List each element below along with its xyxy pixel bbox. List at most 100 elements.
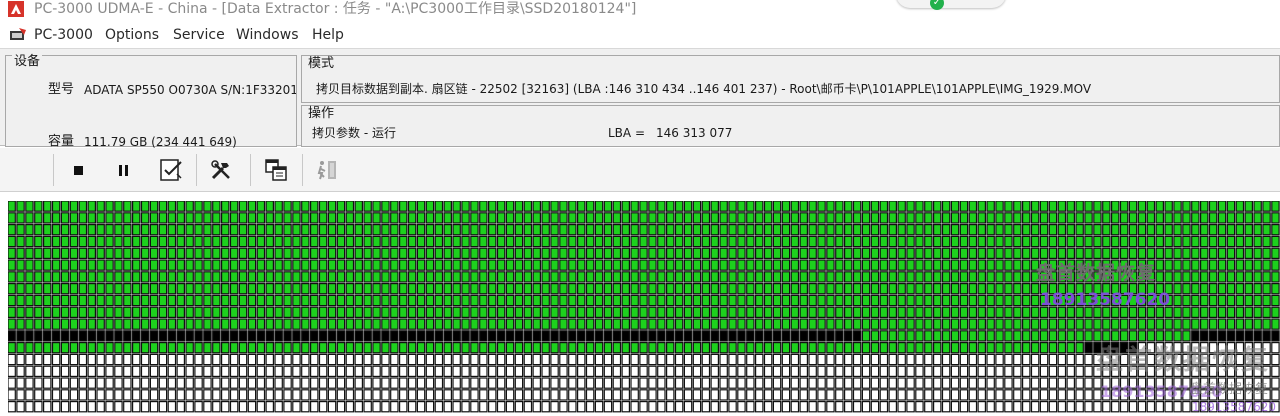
sector-cell <box>425 401 435 413</box>
sector-cell <box>852 201 862 212</box>
menu-item-windows[interactable]: Windows <box>236 27 299 43</box>
sector-cell <box>594 342 604 354</box>
sector-cell <box>470 318 479 330</box>
copy-windows-icon[interactable] <box>262 156 290 184</box>
sector-cell <box>576 353 586 366</box>
sector-cell <box>16 353 25 366</box>
pause-icon[interactable] <box>110 156 138 184</box>
sector-cell <box>87 212 96 224</box>
sector-cell <box>434 306 444 318</box>
sector-cell <box>221 212 230 224</box>
toolbar-separator <box>196 154 197 186</box>
sector-cell <box>523 401 533 413</box>
sector-cell <box>416 224 426 236</box>
sector-cell <box>826 282 835 295</box>
sector-cell <box>621 365 630 377</box>
sector-cell <box>301 377 310 389</box>
watermark-company: 盘首数据恢复 <box>1036 262 1157 284</box>
sector-cell <box>301 353 310 366</box>
tools-icon[interactable] <box>207 156 235 184</box>
sector-cell <box>1137 212 1147 224</box>
sector-cell <box>746 306 755 318</box>
sector-cell <box>959 353 969 366</box>
sector-cell <box>1128 201 1138 212</box>
sector-cell <box>852 259 862 271</box>
sector-cell <box>25 271 34 283</box>
sector-cell <box>843 353 853 366</box>
sector-cell <box>915 201 924 212</box>
sector-cell <box>1271 282 1280 295</box>
sector-cell <box>817 271 826 283</box>
sector-cell <box>1244 306 1253 318</box>
menu-item-options[interactable]: Options <box>105 27 159 43</box>
sector-cell <box>826 224 835 236</box>
sector-cell <box>336 224 346 236</box>
sector-cell <box>630 282 639 295</box>
sector-cell <box>212 401 221 413</box>
sector-cell <box>1102 401 1111 413</box>
sector-cell <box>879 224 889 236</box>
sector-cell <box>523 282 533 295</box>
sector-cell <box>924 389 933 401</box>
sector-cell <box>274 377 283 389</box>
menu-item-pc3000[interactable]: PC-3000 <box>34 27 93 43</box>
sector-cell <box>1030 401 1040 413</box>
sector-cell <box>665 389 675 401</box>
sector-cell <box>639 353 648 366</box>
sector-cell <box>203 342 212 354</box>
sector-cell <box>986 365 995 377</box>
sector-cell <box>1093 401 1102 413</box>
sector-cell <box>354 365 364 377</box>
sector-cell <box>78 259 88 271</box>
sector-cell <box>265 353 275 366</box>
menu-item-service[interactable]: Service <box>173 27 225 43</box>
sector-cell <box>221 389 230 401</box>
sector-cell <box>399 342 408 354</box>
menu-item-help[interactable]: Help <box>312 27 344 43</box>
sector-cell <box>915 224 924 236</box>
sector-cell <box>167 247 177 260</box>
sector-cell <box>737 365 746 377</box>
sector-cell <box>701 318 711 330</box>
sector-cell <box>1244 282 1253 295</box>
map-check-icon[interactable] <box>157 156 185 184</box>
sector-cell <box>861 235 871 248</box>
sector-cell <box>826 401 835 413</box>
sector-cell <box>470 224 479 236</box>
sector-cell <box>1235 318 1245 330</box>
sector-cell <box>149 318 159 330</box>
sector-cell <box>372 306 381 318</box>
sector-cell <box>25 201 34 212</box>
sector-cell <box>140 282 150 295</box>
sector-cell <box>1244 212 1253 224</box>
sector-cell <box>140 306 150 318</box>
sector-cell <box>968 377 978 389</box>
sector-cell <box>34 318 43 330</box>
stop-icon[interactable] <box>65 156 93 184</box>
sector-cell <box>1048 342 1058 354</box>
sector-cell <box>1199 247 1209 260</box>
sector-cell <box>968 282 978 295</box>
sector-cell <box>1013 212 1022 224</box>
sector-cell <box>1004 401 1013 413</box>
sector-cell <box>737 342 746 354</box>
sector-cell <box>995 353 1004 366</box>
sector-cell <box>808 235 817 248</box>
exit-person-icon[interactable] <box>313 156 341 184</box>
sector-cell <box>345 294 355 307</box>
sector-cell <box>345 330 355 342</box>
sector-cell <box>354 247 364 260</box>
sector-cell <box>1039 318 1049 330</box>
sector-cell <box>915 271 924 283</box>
sector-cell <box>852 271 862 283</box>
sector-cell <box>105 212 114 224</box>
sector-cell <box>514 330 524 342</box>
sector-cell <box>1173 318 1182 330</box>
sector-cell <box>737 259 746 271</box>
pc3000-menu-icon[interactable] <box>9 27 27 43</box>
sector-cell <box>754 365 764 377</box>
sector-cell <box>772 212 782 224</box>
sector-cell <box>301 247 310 260</box>
sector-cell <box>781 294 791 307</box>
sector-cell <box>78 271 88 283</box>
